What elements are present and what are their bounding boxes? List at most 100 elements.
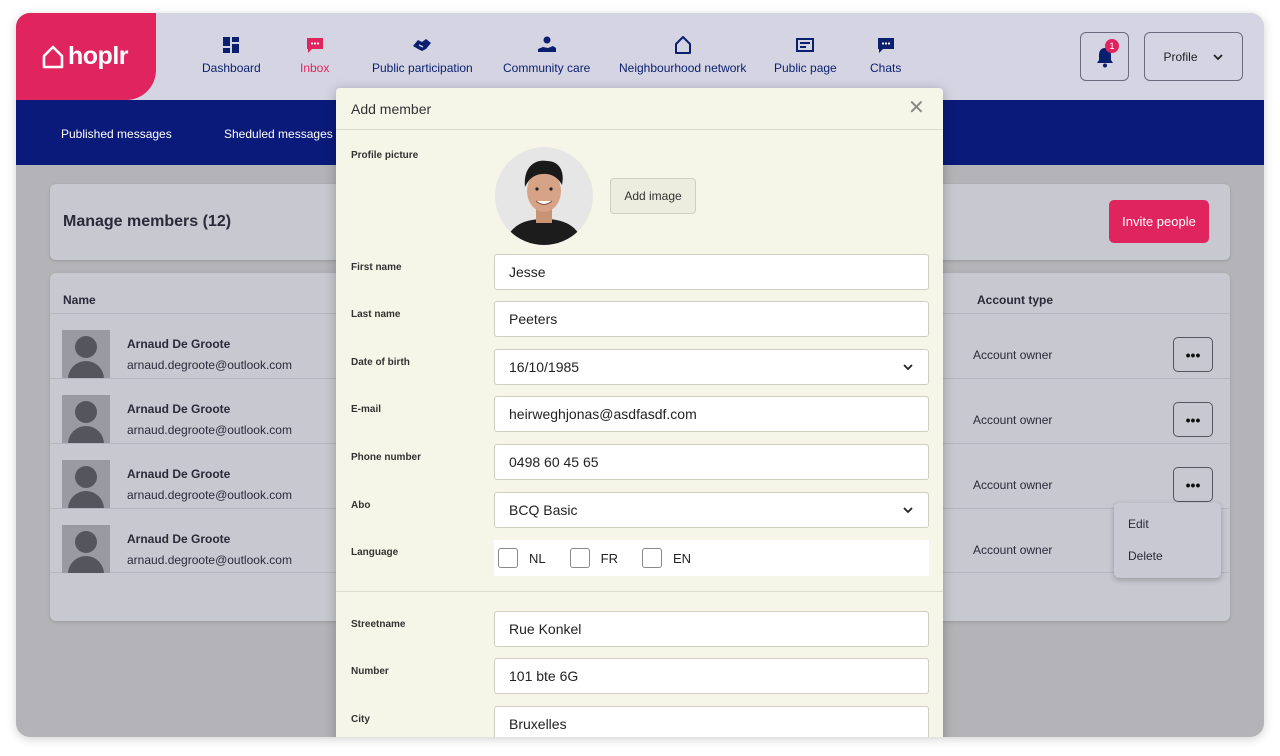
subnav-scheduled-messages[interactable]: Sheduled messages: [224, 127, 333, 141]
add-member-modal: Add member ✕ Profile picture Add image F…: [336, 88, 943, 737]
phone-number-label: Phone number: [351, 452, 422, 463]
logo-text: hoplr: [68, 42, 129, 70]
language-option-fr[interactable]: FR: [569, 548, 618, 568]
email-value: heirweghjonas@asdfasdf.com: [509, 406, 697, 422]
chevron-down-icon: [1212, 53, 1223, 60]
language-nl-label: NL: [529, 550, 546, 566]
menu-item-delete[interactable]: Delete: [1128, 549, 1163, 563]
first-name-label: First name: [351, 262, 402, 273]
modal-header: Add member ✕: [336, 88, 943, 130]
member-email: arnaud.degroote@outlook.com: [127, 358, 292, 372]
abo-select[interactable]: BCQ Basic: [494, 492, 929, 528]
nav-neighbourhood-network-label: Neighbourhood network: [619, 61, 747, 75]
avatar: [62, 395, 110, 443]
last-name-value: Peeters: [509, 311, 558, 327]
checkbox-en[interactable]: [641, 548, 662, 568]
member-account-type: Account owner: [973, 348, 1053, 362]
language-fr-label: FR: [600, 550, 618, 566]
nav-public-page-label: Public page: [774, 61, 837, 75]
column-header-name: Name: [63, 293, 96, 307]
newspaper-icon: [796, 38, 815, 52]
checkbox-fr[interactable]: [569, 548, 590, 568]
subnav-published-messages[interactable]: Published messages: [61, 127, 172, 141]
email-label: E-mail: [351, 404, 382, 415]
profile-picture-label: Profile picture: [351, 150, 419, 161]
member-name: Arnaud De Groote: [127, 467, 231, 481]
dashboard-icon: [223, 37, 240, 53]
chat-icon: [877, 38, 894, 53]
date-of-birth-value: 16/10/1985: [509, 359, 580, 375]
language-options: NL FR EN: [494, 540, 929, 576]
nav-chats[interactable]: Chats: [870, 35, 901, 75]
streetname-field[interactable]: Rue Konkel: [494, 611, 929, 647]
nav-dashboard[interactable]: Dashboard: [202, 35, 261, 75]
avatar: [62, 330, 110, 378]
notification-badge: 1: [1105, 39, 1119, 53]
nav-dashboard-label: Dashboard: [202, 61, 261, 75]
profile-dropdown[interactable]: Profile: [1144, 32, 1243, 81]
avatar: [62, 460, 110, 508]
modal-title: Add member: [351, 101, 432, 117]
house-icon: [674, 36, 691, 54]
notifications-button[interactable]: 1: [1080, 32, 1129, 81]
member-account-type: Account owner: [973, 543, 1053, 557]
section-divider: [336, 591, 943, 592]
more-options-button[interactable]: •••: [1173, 402, 1213, 437]
number-value: 101 bte 6G: [509, 668, 579, 684]
more-options-button[interactable]: •••: [1173, 337, 1213, 372]
member-email: arnaud.degroote@outlook.com: [127, 553, 292, 567]
language-option-en[interactable]: EN: [641, 548, 692, 568]
language-en-label: EN: [672, 550, 692, 566]
streetname-value: Rue Konkel: [509, 621, 582, 637]
column-header-account-type: Account type: [977, 293, 1054, 307]
more-options-button[interactable]: •••: [1173, 467, 1213, 502]
nav-inbox[interactable]: Inbox: [300, 35, 329, 75]
nav-public-participation-label: Public participation: [372, 61, 473, 75]
inbox-icon: [306, 38, 323, 53]
date-of-birth-label: Date of birth: [351, 357, 410, 368]
member-email: arnaud.degroote@outlook.com: [127, 488, 292, 502]
checkbox-nl[interactable]: [498, 548, 518, 568]
nav-community-care-label: Community care: [503, 61, 591, 75]
close-icon[interactable]: ✕: [908, 98, 925, 118]
chevron-down-icon: [903, 507, 913, 514]
profile-photo: [495, 147, 593, 245]
number-field[interactable]: 101 bte 6G: [494, 658, 929, 694]
first-name-value: Jesse: [509, 264, 546, 280]
member-name: Arnaud De Groote: [127, 337, 231, 351]
member-email: arnaud.degroote@outlook.com: [127, 423, 292, 437]
city-field[interactable]: Bruxelles: [494, 706, 929, 737]
nav-public-participation[interactable]: Public participation: [372, 35, 473, 75]
handshake-icon: [413, 39, 432, 51]
streetname-label: Streetname: [351, 619, 406, 630]
last-name-field[interactable]: Peeters: [494, 301, 929, 337]
city-label: City: [351, 714, 370, 725]
nav-community-care[interactable]: Community care: [503, 35, 590, 75]
first-name-field[interactable]: Jesse: [494, 254, 929, 290]
city-value: Bruxelles: [509, 716, 567, 732]
nav-public-page[interactable]: Public page: [774, 35, 837, 75]
profile-label: Profile: [1163, 49, 1198, 64]
row-context-menu: Edit Delete: [1114, 503, 1221, 578]
nav-neighbourhood-network[interactable]: Neighbourhood network: [619, 35, 746, 75]
phone-number-value: 0498 60 45 65: [509, 454, 599, 470]
date-of-birth-select[interactable]: 16/10/1985: [494, 349, 929, 385]
member-name: Arnaud De Groote: [127, 402, 231, 416]
language-option-nl[interactable]: NL: [498, 548, 546, 568]
nav-inbox-label: Inbox: [300, 61, 330, 75]
phone-number-field[interactable]: 0498 60 45 65: [494, 444, 929, 480]
nav-chats-label: Chats: [870, 61, 902, 75]
invite-people-button[interactable]: Invite people: [1109, 200, 1209, 243]
hoplr-logo[interactable]: hoplr: [16, 13, 156, 100]
member-account-type: Account owner: [973, 478, 1053, 492]
add-image-button[interactable]: Add image: [610, 178, 696, 214]
abo-value: BCQ Basic: [509, 502, 578, 518]
menu-item-edit[interactable]: Edit: [1128, 517, 1149, 531]
email-field[interactable]: heirweghjonas@asdfasdf.com: [494, 396, 929, 432]
logo-house-icon: [42, 45, 64, 68]
abo-label: Abo: [351, 500, 371, 511]
avatar: [62, 525, 110, 573]
member-name: Arnaud De Groote: [127, 532, 231, 546]
chevron-down-icon: [903, 364, 913, 371]
care-hand-icon: [537, 36, 556, 52]
